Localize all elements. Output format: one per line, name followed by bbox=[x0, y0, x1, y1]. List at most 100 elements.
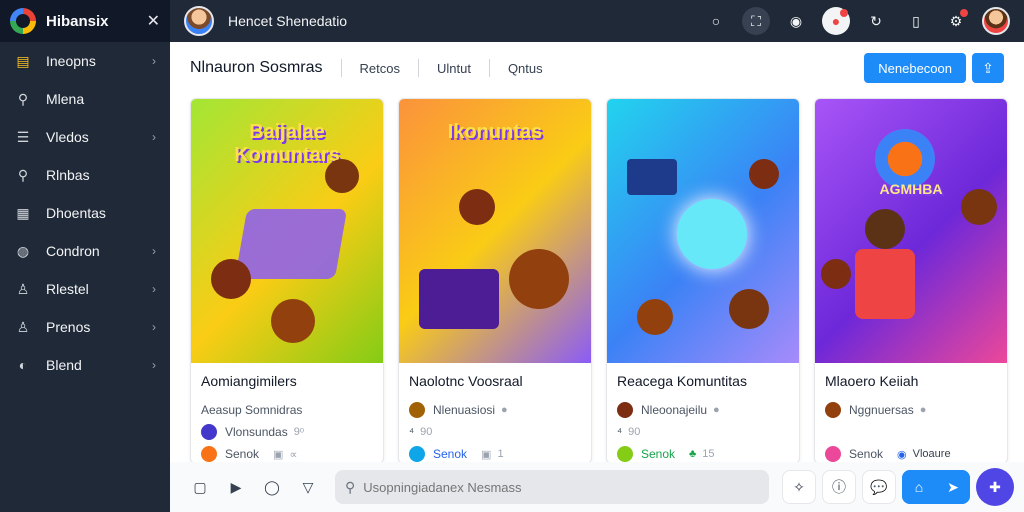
send-icon[interactable]: ➤ bbox=[936, 470, 970, 504]
chevron-right-icon: › bbox=[152, 130, 156, 144]
list-icon: ▦ bbox=[16, 204, 30, 221]
card-stats-row: Senok ♣ 15 bbox=[617, 443, 789, 463]
content-card[interactable]: Ikonuntas Naolotnc Voosraal Nlenuasiosi … bbox=[398, 98, 592, 464]
tab-0[interactable]: Retcos bbox=[360, 61, 400, 76]
sidebar-item-label: Condron bbox=[46, 243, 100, 259]
card-author-row: ⁴ 90 bbox=[617, 421, 789, 443]
content-card[interactable]: AGMHBA Mlaoero Keiiah Nggnuersas ● Senok… bbox=[814, 98, 1008, 464]
notification-icon[interactable]: ● bbox=[822, 7, 850, 35]
tab-1[interactable]: Ulntut bbox=[437, 61, 471, 76]
card-author-row: ⁴ 90 bbox=[409, 421, 581, 443]
refresh-icon[interactable]: ↻ bbox=[862, 7, 890, 35]
panel-icon[interactable]: ▯ bbox=[902, 7, 930, 35]
info-icon[interactable]: ⓘ bbox=[822, 470, 856, 504]
info-dot-icon: ● bbox=[919, 404, 927, 416]
card-subtitle-row: Nlenuasiosi ● bbox=[409, 399, 581, 421]
camera-icon: ▣ bbox=[481, 448, 492, 461]
sidebar-item-label: Vledos bbox=[46, 129, 89, 145]
divider bbox=[488, 59, 490, 77]
tab-2[interactable]: Qntus bbox=[508, 61, 543, 76]
square-icon[interactable]: ▢ bbox=[190, 477, 210, 497]
sidebar-item-0[interactable]: ▤ Ineopns › bbox=[0, 42, 170, 80]
sidebar-item-1[interactable]: ⚲ Mlena bbox=[0, 80, 170, 118]
search-icon: ⚲ bbox=[17, 90, 29, 107]
sidebar-item-8[interactable]: ◐ Blend › bbox=[0, 346, 170, 384]
sliders-icon: ☰ bbox=[16, 128, 30, 145]
stat-a: Senok bbox=[641, 447, 676, 461]
sidebar-item-5[interactable]: ◍ Condron › bbox=[0, 232, 170, 270]
user-icon: ♙ bbox=[16, 318, 30, 335]
card-author-row: Vlonsundas 9ᵒ bbox=[201, 421, 373, 443]
stat-b: 15 bbox=[702, 448, 715, 460]
comment-icon[interactable]: 💬 bbox=[862, 470, 896, 504]
expand-icon[interactable]: ⛶ bbox=[742, 7, 770, 35]
magic-icon[interactable]: ✧ bbox=[782, 470, 816, 504]
sidebar-item-6[interactable]: ♙ Rlestel › bbox=[0, 270, 170, 308]
card-body: Mlaoero Keiiah Nggnuersas ● Senok ◉ Vloa… bbox=[815, 363, 1007, 463]
brand-bar: Hibansix ✕ bbox=[0, 0, 170, 42]
stat-avatar bbox=[201, 446, 217, 462]
home-icon[interactable]: ⌂ bbox=[902, 470, 936, 504]
main-content: Nlnauron Sosmras Retcos Ulntut Qntus Nen… bbox=[170, 42, 1024, 512]
close-icon[interactable]: ✕ bbox=[147, 11, 160, 31]
page-title: Nlnauron Sosmras bbox=[190, 59, 323, 76]
card-title: Mlaoero Keiiah bbox=[825, 373, 919, 389]
card-subtitle: Nggnuersas bbox=[849, 403, 914, 417]
author-avatar bbox=[201, 424, 217, 440]
author-name: Vlonsundas bbox=[225, 425, 288, 439]
camera-icon: ▣ bbox=[273, 448, 284, 461]
globe-icon: ◍ bbox=[16, 242, 30, 259]
author-extra: 90 bbox=[420, 426, 433, 438]
divider bbox=[340, 59, 342, 77]
search-box[interactable]: ⚲ bbox=[335, 470, 769, 504]
chat-bubble-icon[interactable]: ◯ bbox=[262, 477, 282, 497]
action-group: ⌂ ➤ bbox=[902, 470, 970, 504]
info-dot-icon: ● bbox=[501, 404, 508, 416]
stat-b: ∝ bbox=[289, 448, 298, 461]
chevron-right-icon: › bbox=[152, 244, 156, 258]
content-card[interactable]: Baijalae Komuntars Aomiangimilers Aeasup… bbox=[190, 98, 384, 464]
sidebar-item-label: Blend bbox=[46, 357, 82, 373]
search-input[interactable] bbox=[363, 479, 759, 495]
card-subtitle: Nleoonajeilu bbox=[641, 403, 708, 417]
sidebar: Hibansix ✕ ▤ Ineopns › ⚲ Mlena ☰ Vledos … bbox=[0, 0, 170, 512]
user-icon: ♙ bbox=[16, 280, 30, 297]
thumbnail-text: Baijalae Komuntars bbox=[234, 121, 340, 166]
author-avatar bbox=[617, 402, 633, 418]
app-name: Hibansix bbox=[46, 12, 109, 30]
chevron-right-icon: › bbox=[152, 358, 156, 372]
sidebar-item-label: Prenos bbox=[46, 319, 91, 335]
sidebar-item-label: Ineopns bbox=[46, 53, 96, 69]
circle-icon[interactable]: ○ bbox=[702, 7, 730, 35]
user-avatar[interactable] bbox=[184, 6, 214, 36]
divider bbox=[417, 59, 419, 77]
sidebar-item-4[interactable]: ▦ Dhoentas bbox=[0, 194, 170, 232]
play-icon[interactable]: ▶ bbox=[226, 477, 246, 497]
palette-icon: ◐ bbox=[18, 357, 28, 373]
folder-icon: ▤ bbox=[16, 52, 30, 69]
bottom-bar: ▢ ▶ ◯ ▽ ⚲ ✧ ⓘ 💬 ⌂ ➤ ✚ bbox=[170, 462, 1024, 512]
top-bar: Hencet Shenedatio ○ ⛶ ◉ ● ↻ ▯ ⚙ bbox=[170, 0, 1024, 42]
author-avatar bbox=[409, 402, 425, 418]
stat-a: Senok bbox=[433, 447, 468, 461]
card-author-row bbox=[825, 421, 997, 443]
triangle-icon[interactable]: ▽ bbox=[298, 477, 318, 497]
card-thumbnail: Ikonuntas bbox=[399, 99, 591, 363]
card-body: Aomiangimilers Aeasup Somnidras Vlonsund… bbox=[191, 363, 383, 463]
primary-button[interactable]: Nenebecoon bbox=[864, 53, 966, 83]
sidebar-item-3[interactable]: ⚲ Rlnbas bbox=[0, 156, 170, 194]
settings-icon[interactable]: ⚙ bbox=[942, 7, 970, 35]
stat-avatar bbox=[825, 446, 841, 462]
share-icon[interactable]: ⇪ bbox=[972, 53, 1004, 83]
chevron-right-icon: › bbox=[152, 320, 156, 334]
sidebar-item-7[interactable]: ♙ Prenos › bbox=[0, 308, 170, 346]
add-icon[interactable]: ✚ bbox=[976, 468, 1014, 506]
search-icon: ⚲ bbox=[17, 166, 29, 183]
card-stats-row: Senok ▣ ∝ bbox=[201, 443, 373, 463]
chat-icon[interactable]: ◉ bbox=[782, 7, 810, 35]
sidebar-item-label: Rlnbas bbox=[46, 167, 90, 183]
sidebar-item-2[interactable]: ☰ Vledos › bbox=[0, 118, 170, 156]
content-card[interactable]: Reacega Komuntitas Nleoonajeilu ● ⁴ 90 S… bbox=[606, 98, 800, 464]
card-stats-row: Senok ◉ Vloaure bbox=[825, 443, 997, 463]
profile-avatar[interactable] bbox=[982, 7, 1010, 35]
